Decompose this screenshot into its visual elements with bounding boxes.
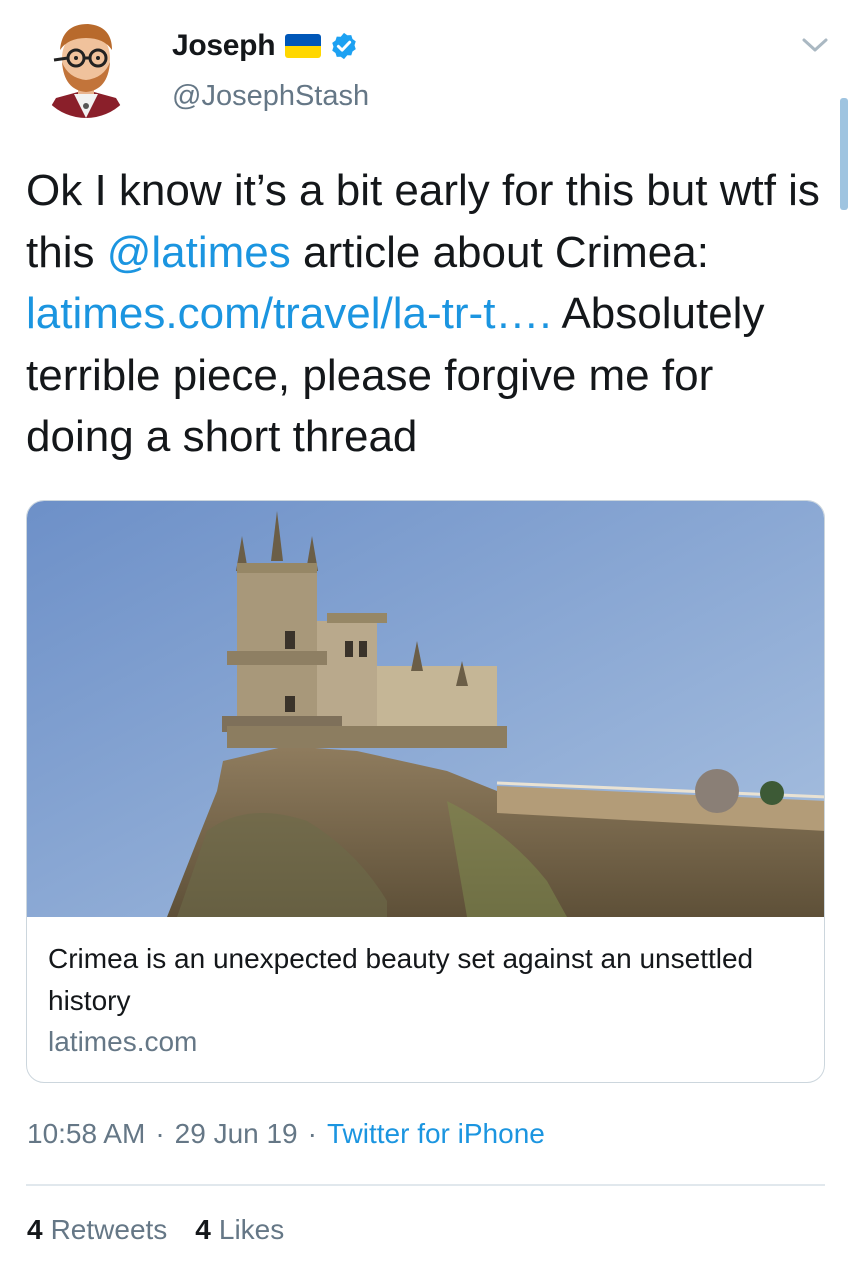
tweet-meta: 10:58 AM · 29 Jun 19 · Twitter for iPhon…	[27, 1118, 545, 1150]
author-handle[interactable]: @JosephStash	[172, 80, 369, 113]
retweets-count: 4	[27, 1214, 43, 1245]
meta-separator: ·	[155, 1118, 165, 1149]
author-display-name[interactable]: Joseph	[172, 29, 276, 63]
tweet-time[interactable]: 10:58 AM	[27, 1118, 145, 1150]
tweet-source-link[interactable]: Twitter for iPhone	[327, 1118, 545, 1150]
card-domain: latimes.com	[48, 1026, 198, 1057]
likes-stat[interactable]: 4 Likes	[195, 1214, 284, 1246]
meta-separator: ·	[307, 1118, 317, 1149]
tweet-date[interactable]: 29 Jun 19	[175, 1118, 298, 1150]
retweets-label: Retweets	[50, 1214, 168, 1245]
castle-photo	[27, 501, 824, 917]
tweet-text-segment: article about Crimea:	[290, 227, 709, 277]
verified-badge-icon	[332, 32, 356, 60]
ukraine-flag-icon	[285, 34, 322, 58]
card-title[interactable]: Crimea is an unexpected beauty set again…	[48, 938, 768, 1022]
scrollbar-thumb[interactable]	[840, 98, 848, 210]
mention-link[interactable]: @latimes	[107, 228, 291, 277]
article-url-link[interactable]: latimes.com/travel/la-tr-t….	[26, 289, 552, 338]
chevron-down-icon[interactable]	[800, 34, 830, 56]
likes-label: Likes	[218, 1214, 285, 1245]
divider	[26, 1184, 825, 1186]
tweet-stats: 4 Retweets 4 Likes	[27, 1214, 312, 1246]
avatar-illustration	[34, 14, 138, 118]
author-name-row[interactable]: Joseph	[172, 26, 359, 66]
retweets-stat[interactable]: 4 Retweets	[27, 1214, 167, 1246]
likes-count: 4	[195, 1214, 211, 1245]
tweet-text: Ok I know it’s a bit early for this but …	[26, 160, 826, 468]
author-avatar[interactable]	[34, 14, 138, 118]
